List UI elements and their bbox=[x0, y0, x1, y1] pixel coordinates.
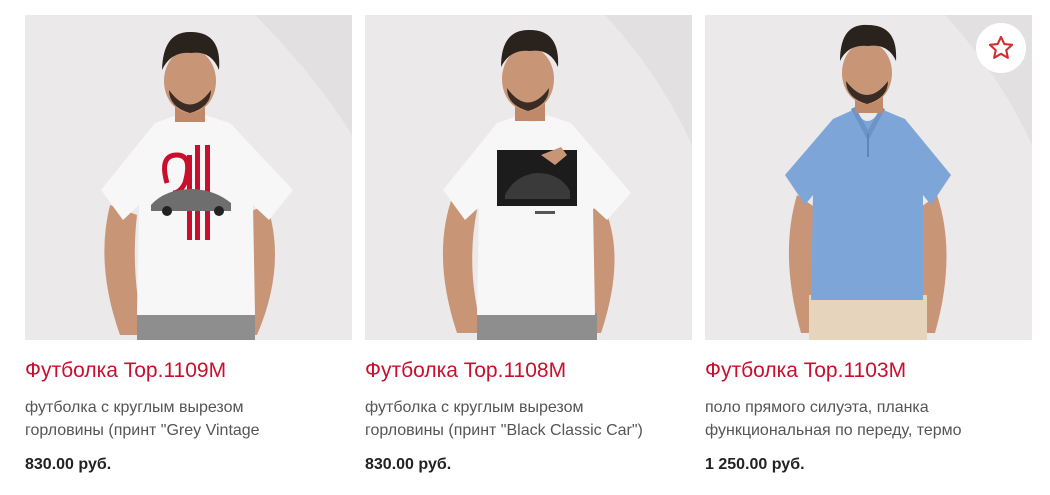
product-title[interactable]: Футболка Top.1108M bbox=[365, 357, 566, 385]
description-line: футболка с круглым вырезом bbox=[25, 399, 244, 416]
product-title[interactable]: Футболка Top.1103M bbox=[705, 357, 906, 385]
description-line: функциональная по переду, термо bbox=[705, 422, 962, 439]
star-outline-icon bbox=[988, 35, 1014, 59]
product-description: футболка с круглым вырезом горловины (пр… bbox=[365, 396, 692, 442]
product-card[interactable]: Футболка Top.1108M футболка с круглым вы… bbox=[365, 15, 692, 485]
product-price: 1 250.00 руб. bbox=[705, 456, 805, 473]
description-line: футболка с круглым вырезом bbox=[365, 399, 584, 416]
product-description: поло прямого силуэта, планка функциональ… bbox=[705, 396, 1032, 442]
product-image[interactable] bbox=[705, 15, 1032, 340]
description-line: горловины (принт "Black Classic Car") bbox=[365, 422, 643, 439]
description-line: горловины (принт "Grey Vintage bbox=[25, 422, 260, 439]
description-line: поло прямого силуэта, планка bbox=[705, 399, 929, 416]
product-price: 830.00 руб. bbox=[25, 456, 112, 473]
product-grid: Футболка Top.1109M футболка с круглым вы… bbox=[25, 15, 1032, 485]
product-image[interactable] bbox=[365, 15, 692, 340]
product-card[interactable]: Футболка Top.1109M футболка с круглым вы… bbox=[25, 15, 352, 485]
product-description: футболка с круглым вырезом горловины (пр… bbox=[25, 396, 352, 442]
product-card[interactable]: Футболка Top.1103M поло прямого силуэта,… bbox=[705, 15, 1032, 485]
favorite-button[interactable] bbox=[976, 23, 1026, 73]
product-price: 830.00 руб. bbox=[365, 456, 452, 473]
product-image[interactable] bbox=[25, 15, 352, 340]
product-title[interactable]: Футболка Top.1109M bbox=[25, 357, 226, 385]
